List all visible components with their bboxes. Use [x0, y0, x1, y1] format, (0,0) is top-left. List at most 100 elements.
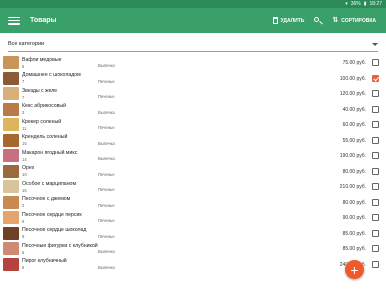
product-quantity: 6 — [22, 63, 25, 69]
product-quantity: 10 — [22, 172, 27, 177]
product-name: Кекс абрикосовый — [22, 103, 67, 109]
product-category: Выпечка — [98, 264, 115, 270]
product-price: 85.00 руб. — [342, 230, 366, 237]
product-price: 100.00 руб. — [339, 75, 366, 82]
dropdown-underline — [8, 51, 378, 52]
product-price: 60.00 руб. — [342, 122, 366, 128]
app-bar: Товары УДАЛИТЬ ⇅ СОРТИРОВКА — [0, 8, 386, 33]
product-thumbnail — [3, 56, 19, 69]
product-quantity: 6 — [22, 265, 25, 270]
sort-icon: ⇅ — [332, 17, 339, 24]
product-quantity: 15 — [22, 187, 27, 193]
product-quantity: 15 — [22, 141, 27, 146]
product-price: 210.00 руб. — [339, 184, 366, 190]
product-checkbox[interactable] — [372, 229, 379, 237]
product-name: Особое с марципаном — [22, 180, 77, 187]
product-checkbox[interactable] — [372, 183, 379, 190]
product-name: Песочные фигурки с клубникой — [22, 242, 98, 249]
product-price: 120.00 руб. — [339, 91, 366, 97]
list-item[interactable]: Крекер соленый 11 Печенье 60.00 руб. — [0, 117, 386, 133]
product-checkbox[interactable] — [372, 59, 379, 66]
menu-icon[interactable] — [8, 16, 20, 26]
product-quantity: 9 — [22, 234, 25, 239]
product-category: Выпечка — [98, 249, 115, 254]
product-price: 80.00 руб. — [342, 168, 366, 175]
product-checkbox[interactable] — [372, 121, 379, 128]
product-name: Домашнее с шоколадом — [22, 72, 81, 78]
list-item[interactable]: Песочное с джемом 3 Печенье 80.00 руб. — [0, 195, 386, 211]
product-category: Выпечка — [98, 109, 115, 115]
product-quantity: 8 — [22, 218, 25, 224]
product-category: Печенье — [98, 233, 115, 239]
product-category: Печенье — [98, 187, 115, 192]
product-checkbox[interactable] — [372, 105, 379, 113]
list-item[interactable]: Звезды с желе 7 Печенье 120.00 руб. — [0, 86, 386, 102]
add-product-button[interactable]: + — [345, 260, 364, 279]
product-name: Крекер соленый — [22, 118, 62, 125]
product-thumbnail — [3, 164, 19, 178]
list-item[interactable]: Орех 10 Печенье 80.00 руб. — [0, 164, 386, 180]
product-checkbox[interactable] — [372, 198, 379, 206]
product-quantity: 7 — [22, 94, 25, 100]
trash-icon — [272, 17, 278, 24]
sort-button[interactable]: ⇅ СОРТИРОВКА — [332, 17, 376, 24]
wifi-icon: ▾ — [345, 1, 348, 7]
product-thumbnail — [3, 87, 19, 100]
product-price: 85.00 руб. — [342, 246, 366, 252]
product-category: Печенье — [98, 94, 115, 99]
product-category: Печенье — [98, 125, 115, 130]
list-item[interactable]: Песочное сердце персик 8 Печенье 90.00 руб. — [0, 210, 386, 226]
product-name: Песочное сердце шоколад — [22, 227, 87, 233]
page-title: Товары — [30, 17, 57, 24]
product-thumbnail — [3, 118, 19, 131]
list-item[interactable]: Домашнее с шоколадом 7 Печенье 100.00 руб. — [0, 71, 386, 87]
product-thumbnail — [3, 71, 19, 85]
product-name: Звезды с желе — [22, 87, 58, 94]
list-item[interactable]: Особое с марципаном 15 Печенье 210.00 руб. — [0, 179, 386, 195]
list-item[interactable]: Песочное сердце шоколад 9 Печенье 85.00 руб… — [0, 226, 386, 242]
product-checkbox[interactable] — [372, 167, 379, 175]
list-item[interactable]: Вафли медовые 6 Выпечка 75.00 руб. — [0, 55, 386, 71]
search-icon[interactable] — [314, 16, 322, 25]
product-thumbnail — [3, 180, 19, 193]
product-checkbox[interactable] — [372, 90, 379, 97]
list-item[interactable]: Пирог клубничный6Выпечка240.00 руб. — [0, 257, 386, 273]
battery-percent: 36% — [350, 1, 361, 7]
product-thumbnail — [3, 257, 19, 271]
product-category: Печенье — [98, 218, 115, 223]
product-checkbox[interactable] — [372, 152, 379, 159]
product-thumbnail — [3, 133, 19, 147]
product-category: Печенье — [98, 78, 115, 84]
product-quantity: 14 — [22, 156, 27, 162]
product-checkbox[interactable] — [372, 74, 379, 82]
product-thumbnail — [3, 149, 19, 162]
list-item[interactable]: Крендель соленый 15 Выпечка 55.00 руб. — [0, 133, 386, 149]
product-quantity: 11 — [22, 125, 27, 131]
list-item[interactable]: Песочные фигурки с клубникой 6 Выпечка 85.0… — [0, 241, 386, 257]
product-category: Печенье — [98, 202, 115, 208]
status-bar: ▾ 36% ▮ 18:27 — [0, 0, 386, 8]
list-item[interactable]: Макарон ягодный микс 14 Выпечка 190.00 руб. — [0, 148, 386, 164]
product-price: 190.00 руб. — [339, 153, 366, 159]
product-category: Выпечка — [98, 63, 115, 68]
category-dropdown-value: Все категории — [8, 41, 45, 47]
product-name: Вафли медовые — [22, 56, 62, 63]
product-name: Песочное с джемом — [22, 196, 71, 202]
sort-label: СОРТИРОВКА — [341, 17, 376, 24]
list-item[interactable]: Кекс абрикосовый 3 Выпечка 40.00 руб. — [0, 102, 386, 118]
product-name: Пирог клубничный — [22, 258, 67, 264]
delete-label: УДАЛИТЬ — [280, 17, 305, 24]
product-thumbnail — [3, 102, 19, 116]
product-name: Орех — [22, 165, 35, 171]
delete-button[interactable]: УДАЛИТЬ — [272, 17, 305, 24]
product-thumbnail — [3, 226, 19, 240]
product-category: Выпечка — [98, 156, 115, 161]
product-checkbox[interactable] — [372, 260, 379, 268]
product-price: 55.00 руб. — [342, 137, 366, 144]
product-checkbox[interactable] — [372, 245, 379, 252]
product-checkbox[interactable] — [372, 214, 379, 221]
product-checkbox[interactable] — [372, 136, 379, 144]
category-dropdown[interactable]: Все категории — [0, 33, 386, 55]
product-name: Крендель соленый — [22, 134, 68, 140]
product-name: Песочное сердце персик — [22, 211, 82, 218]
